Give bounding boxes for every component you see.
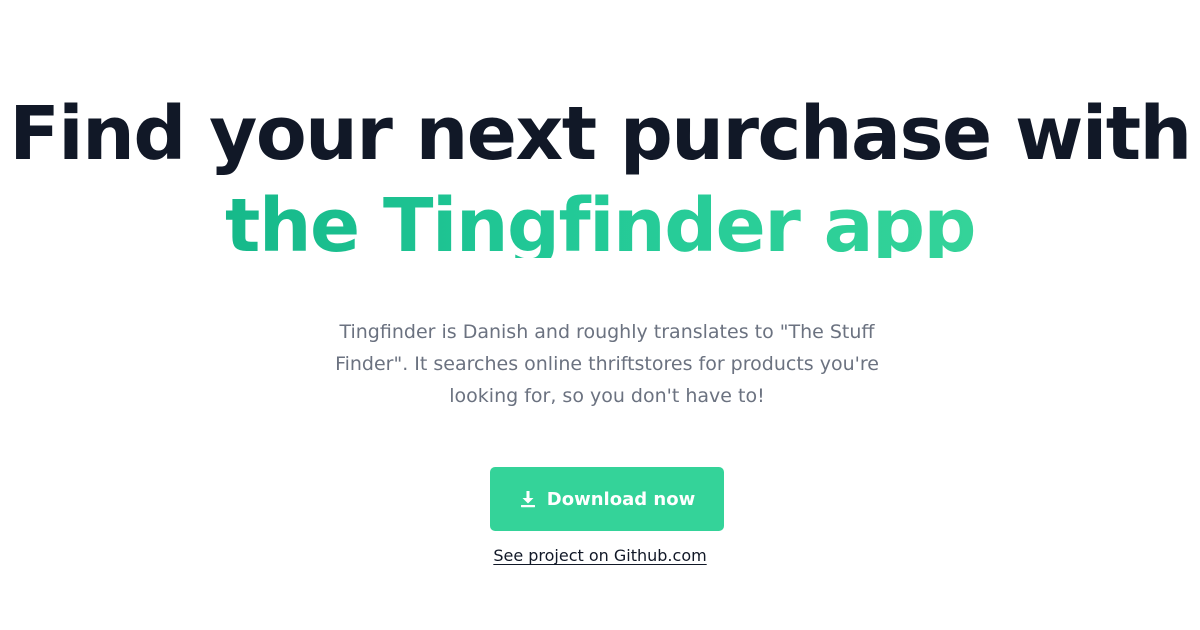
github-link[interactable]: See project on Github.com (493, 546, 706, 565)
headline-accent-text: the Tingfinder app (225, 183, 977, 258)
hero-section: Find your next purchase with the Tingfin… (0, 0, 1200, 630)
download-button[interactable]: Download now (490, 467, 724, 531)
download-icon (519, 490, 537, 508)
hero-description: Tingfinder is Danish and roughly transla… (335, 321, 879, 407)
page-title: Find your next purchase with the Tingfin… (0, 88, 1200, 258)
github-link-container: See project on Github.com (0, 545, 1200, 567)
headline-line-1: Find your next purchase with (9, 91, 1192, 177)
headline-line-2: the Tingfinder app (0, 180, 1200, 258)
download-button-label: Download now (546, 488, 696, 510)
